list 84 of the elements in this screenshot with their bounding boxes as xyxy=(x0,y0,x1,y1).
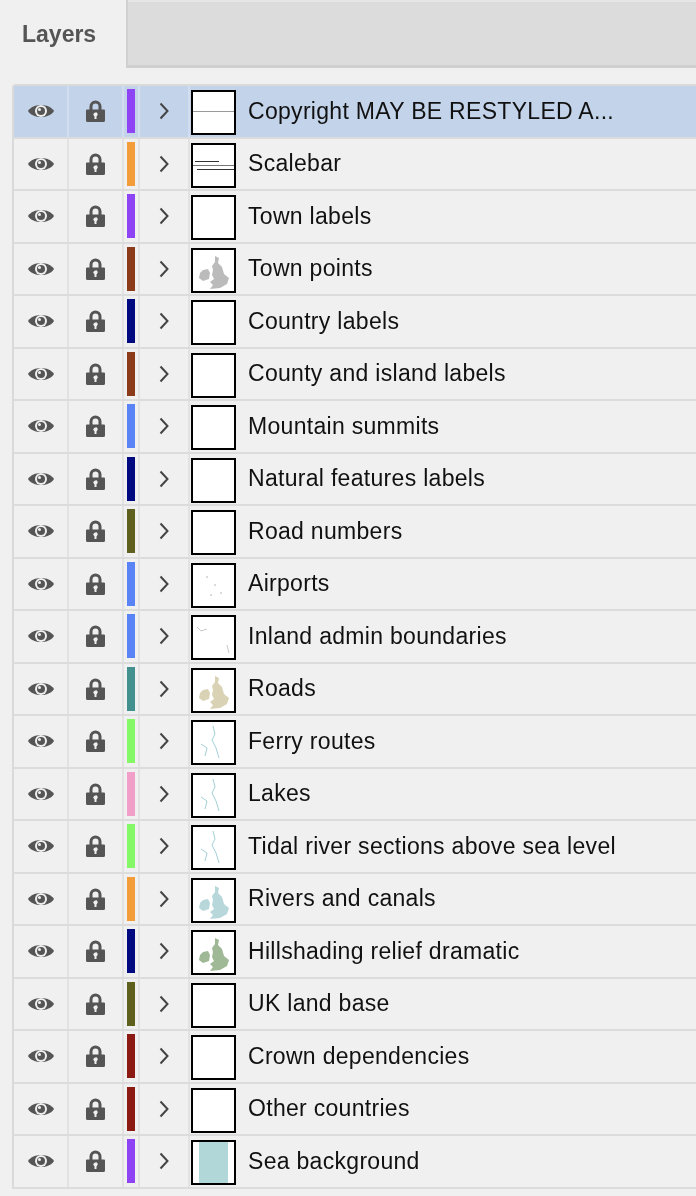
chevron-icon[interactable] xyxy=(159,784,169,803)
layer-row[interactable]: Inland admin boundaries xyxy=(14,611,696,664)
lock-icon[interactable] xyxy=(85,1044,106,1069)
lock-icon[interactable] xyxy=(85,309,106,334)
layer-row[interactable]: Lakes xyxy=(14,768,696,821)
layer-name: Country labels xyxy=(248,307,400,335)
chevron-icon[interactable] xyxy=(159,154,169,173)
chevron-icon[interactable] xyxy=(159,1099,169,1118)
chevron-icon[interactable] xyxy=(159,889,169,908)
lock-icon[interactable] xyxy=(85,624,106,649)
layer-row[interactable]: Tidal river sections above sea level xyxy=(14,821,696,874)
lock-icon[interactable] xyxy=(85,676,106,701)
lock-icon[interactable] xyxy=(85,1149,106,1174)
layer-row[interactable]: Rivers and canals xyxy=(14,873,696,926)
layer-row[interactable]: Mountain summits xyxy=(14,401,696,454)
layer-name: Town labels xyxy=(248,202,372,230)
chevron-icon[interactable] xyxy=(159,259,169,278)
layer-name: Airports xyxy=(248,570,330,598)
chevron-icon[interactable] xyxy=(159,679,169,698)
chevron-icon[interactable] xyxy=(159,574,169,593)
chevron-icon[interactable] xyxy=(159,417,169,436)
layer-name: Copyright MAY BE RESTYLED A... xyxy=(248,97,615,125)
lock-icon[interactable] xyxy=(85,1096,106,1121)
layer-row[interactable]: Road numbers xyxy=(14,506,696,559)
layer-row[interactable]: Crown dependencies xyxy=(14,1031,696,1084)
layer-name: Ferry routes xyxy=(248,727,376,755)
chevron-icon[interactable] xyxy=(159,312,169,331)
layer-name: Road numbers xyxy=(248,517,403,545)
layer-name: Tidal river sections above sea level xyxy=(248,832,616,860)
layer-row[interactable]: Airports xyxy=(14,558,696,611)
layer-row[interactable]: Other countries xyxy=(14,1083,696,1136)
lock-icon[interactable] xyxy=(85,886,106,911)
lock-icon[interactable] xyxy=(85,834,106,859)
layer-name: Sea background xyxy=(248,1147,420,1175)
chevron-icon[interactable] xyxy=(159,942,169,961)
layer-name: UK land base xyxy=(248,990,390,1018)
chevron-icon[interactable] xyxy=(159,469,169,488)
lock-icon[interactable] xyxy=(85,414,106,439)
layer-row[interactable]: Hillshading relief dramatic xyxy=(14,926,696,979)
layer-row[interactable]: County and island labels xyxy=(14,348,696,401)
lock-icon[interactable] xyxy=(85,151,106,176)
lock-icon[interactable] xyxy=(85,204,106,229)
lock-icon[interactable] xyxy=(85,361,106,386)
layer-row[interactable]: Country labels xyxy=(14,296,696,349)
layer-name: Natural features labels xyxy=(248,465,486,493)
layer-row[interactable]: Scalebar xyxy=(14,138,696,191)
layer-row[interactable]: UK land base xyxy=(14,978,696,1031)
layer-name: Hillshading relief dramatic xyxy=(248,937,520,965)
chevron-icon[interactable] xyxy=(159,522,169,541)
layer-row[interactable]: Natural features labels xyxy=(14,453,696,506)
chevron-icon[interactable] xyxy=(159,627,169,646)
lock-icon[interactable] xyxy=(85,99,106,124)
chevron-icon[interactable] xyxy=(159,837,169,856)
lock-icon[interactable] xyxy=(85,466,106,491)
layer-row[interactable]: Sea background xyxy=(14,1136,696,1189)
layer-name: Town points xyxy=(248,255,373,283)
chevron-icon[interactable] xyxy=(159,102,169,121)
layer-name: Roads xyxy=(248,675,316,703)
layer-name: County and island labels xyxy=(248,360,506,388)
layer-row[interactable]: Ferry routes xyxy=(14,716,696,769)
layer-name: Lakes xyxy=(248,780,311,808)
lock-icon[interactable] xyxy=(85,519,106,544)
layer-row[interactable]: Roads xyxy=(14,663,696,716)
layer-name: Inland admin boundaries xyxy=(248,622,507,650)
layer-name: Other countries xyxy=(248,1095,410,1123)
chevron-icon[interactable] xyxy=(159,732,169,751)
chevron-icon[interactable] xyxy=(159,1047,169,1066)
layer-name: Crown dependencies xyxy=(248,1042,470,1070)
layer-row[interactable]: Town points xyxy=(14,243,696,296)
layer-row[interactable]: Copyright MAY BE RESTYLED A... xyxy=(14,86,696,139)
layer-name: Scalebar xyxy=(248,150,342,178)
layer-name: Mountain summits xyxy=(248,412,440,440)
lock-icon[interactable] xyxy=(85,256,106,281)
chevron-icon[interactable] xyxy=(159,994,169,1013)
lock-icon[interactable] xyxy=(85,729,106,754)
chevron-icon[interactable] xyxy=(159,1152,169,1171)
chevron-icon[interactable] xyxy=(159,364,169,383)
lock-icon[interactable] xyxy=(85,939,106,964)
chevron-icon[interactable] xyxy=(159,207,169,226)
lock-icon[interactable] xyxy=(85,571,106,596)
layer-row[interactable]: Town labels xyxy=(14,191,696,244)
lock-icon[interactable] xyxy=(85,781,106,806)
layer-name: Rivers and canals xyxy=(248,885,436,913)
lock-icon[interactable] xyxy=(85,991,106,1016)
